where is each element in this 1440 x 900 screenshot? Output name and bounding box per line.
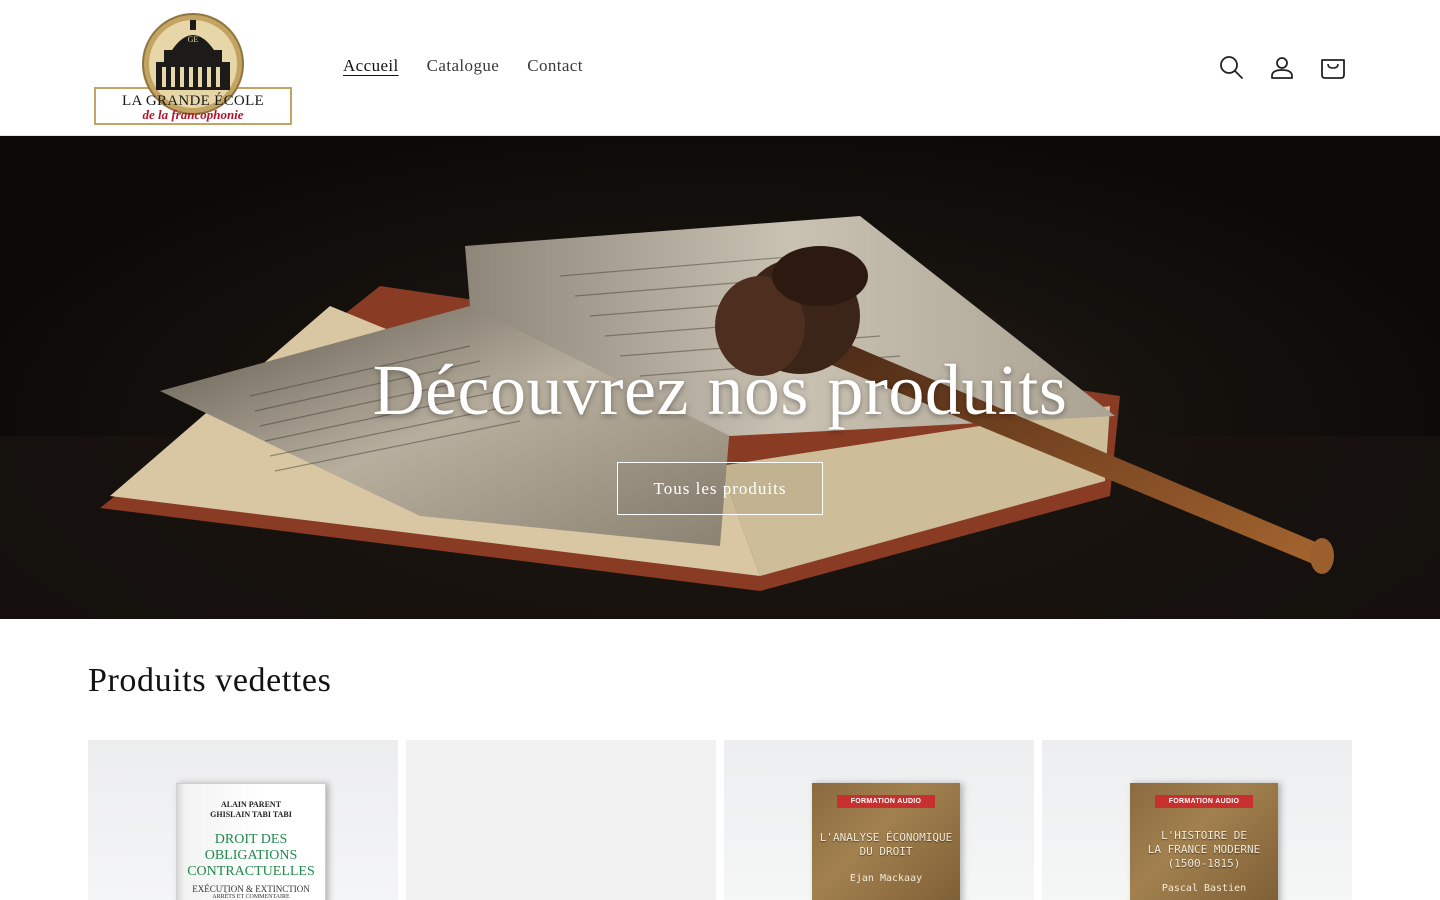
account-icon[interactable] [1264, 50, 1300, 84]
hero-banner: Découvrez nos produits Tous les produits [0, 136, 1440, 619]
product-badge: FORMATION AUDIO [837, 795, 935, 808]
main-nav: Accueil Catalogue Contact [343, 56, 583, 76]
header-icons [1213, 50, 1351, 84]
site-logo[interactable]: GE LA GRANDE ÉCOLE de la francophonie [94, 12, 292, 126]
svg-text:GE: GE [188, 35, 199, 44]
book-title: L'HISTOIRE DE LA FRANCE MODERNE (1500-18… [1147, 829, 1261, 870]
logo-subtitle: de la francophonie [142, 107, 244, 122]
all-products-button[interactable]: Tous les produits [617, 462, 823, 515]
product-image: ALAIN PARENT GHISLAIN TABI TABI DROIT DE… [176, 783, 326, 900]
site-header: GE LA GRANDE ÉCOLE de la francophonie Ac… [0, 0, 1440, 136]
book-author: Pascal Bastien [1161, 883, 1247, 894]
book-title: DROIT DES OBLIGATIONS CONTRACTUELLES [187, 832, 315, 879]
product-image: FORMATION AUDIO L'HISTOIRE DE LA FRANCE … [1130, 783, 1278, 900]
product-card[interactable]: ALAIN PARENT GHISLAIN TABI TABI DROIT DE… [88, 740, 398, 900]
book-author: Ejan Mackaay [849, 873, 923, 884]
featured-section-title: Produits vedettes [88, 662, 332, 699]
product-card[interactable]: FORMATION AUDIO L'HISTOIRE DE LA FRANCE … [1042, 740, 1352, 900]
hero-title: Découvrez nos produits [372, 350, 1068, 430]
book-subtitle: EXÉCUTION & EXTINCTION [192, 884, 310, 894]
product-card[interactable]: FORMATION AUDIO L'ANALYSE ÉCONOMIQUE DU … [724, 740, 1034, 900]
book-title: L'ANALYSE ÉCONOMIQUE DU DROIT [819, 831, 953, 858]
product-card-placeholder[interactable] [406, 740, 716, 900]
nav-link-catalogue[interactable]: Catalogue [427, 56, 500, 76]
cart-icon[interactable] [1315, 50, 1351, 84]
product-badge: FORMATION AUDIO [1155, 795, 1253, 808]
nav-link-contact[interactable]: Contact [527, 56, 583, 76]
product-image: FORMATION AUDIO L'ANALYSE ÉCONOMIQUE DU … [812, 783, 960, 900]
book-subtitle-2: ARRÊTS ET COMMENTAIRE [212, 894, 290, 900]
nav-link-accueil[interactable]: Accueil [343, 56, 399, 76]
search-icon[interactable] [1213, 50, 1249, 84]
book-authors: ALAIN PARENT GHISLAIN TABI TABI [210, 800, 292, 819]
